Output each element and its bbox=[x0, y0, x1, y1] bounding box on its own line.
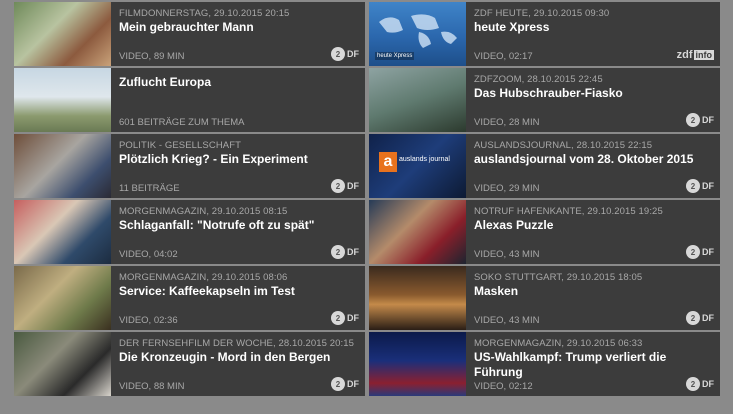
thumbnail-image[interactable] bbox=[14, 332, 111, 396]
card-kicker: NOTRUF HAFENKANTE, 29.10.2015 19:25 bbox=[474, 206, 663, 217]
card-kicker: ZDFZOOM, 28.10.2015 22:45 bbox=[474, 74, 603, 85]
card-meta: VIDEO, 02:12 bbox=[474, 381, 533, 392]
thumbnail-image[interactable] bbox=[369, 332, 466, 396]
video-card-kaffeekapseln[interactable]: MORGENMAGAZIN, 29.10.2015 08:06 Service:… bbox=[14, 266, 365, 330]
video-card-alexas-puzzle[interactable]: NOTRUF HAFENKANTE, 29.10.2015 19:25 Alex… bbox=[369, 200, 720, 264]
card-title[interactable]: heute Xpress bbox=[474, 20, 712, 35]
zdf-logo-icon: 2 DF bbox=[331, 244, 359, 260]
card-title[interactable]: Plötzlich Krieg? - Ein Experiment bbox=[119, 152, 357, 167]
card-title[interactable]: Masken bbox=[474, 284, 712, 299]
card-meta: VIDEO, 89 MIN bbox=[119, 51, 185, 62]
zdfinfo-logo-icon: zdf info bbox=[676, 49, 714, 61]
card-meta: VIDEO, 04:02 bbox=[119, 249, 178, 260]
card-meta: 11 BEITRÄGE bbox=[119, 183, 180, 194]
zdf-logo-icon: 2 DF bbox=[686, 112, 714, 128]
video-card-schlaganfall[interactable]: MORGENMAGAZIN, 29.10.2015 08:15 Schlagan… bbox=[14, 200, 365, 264]
thumbnail-image[interactable] bbox=[14, 68, 111, 132]
video-card-heute-xpress[interactable]: heute Xpress ZDF HEUTE, 29.10.2015 09:30… bbox=[369, 2, 720, 66]
card-title[interactable]: Alexas Puzzle bbox=[474, 218, 712, 233]
card-title[interactable]: Mein gebrauchter Mann bbox=[119, 20, 357, 35]
thumbnail-label: heute Xpress bbox=[375, 52, 415, 60]
card-meta: VIDEO, 43 MIN bbox=[474, 315, 540, 326]
zdf-logo-icon: 2 DF bbox=[686, 244, 714, 260]
card-meta: VIDEO, 88 MIN bbox=[119, 381, 185, 392]
card-kicker: AUSLANDSJOURNAL, 28.10.2015 22:15 bbox=[474, 140, 653, 151]
zdf-logo-icon: 2 DF bbox=[331, 310, 359, 326]
thumbnail-image[interactable] bbox=[14, 266, 111, 330]
card-meta: VIDEO, 28 MIN bbox=[474, 117, 540, 128]
video-grid: FILMDONNERSTAG, 29.10.2015 20:15 Mein ge… bbox=[14, 0, 720, 414]
auslandsjournal-logo-icon: a bbox=[379, 152, 397, 172]
topic-card-ploetzlich-krieg[interactable]: POLITIK - GESELLSCHAFT Plötzlich Krieg? … bbox=[14, 134, 365, 198]
video-card-kronzeugin[interactable]: DER FERNSEHFILM DER WOCHE, 28.10.2015 20… bbox=[14, 332, 365, 396]
topic-card-zuflucht-europa[interactable]: Zuflucht Europa 601 BEITRÄGE ZUM THEMA bbox=[14, 68, 365, 132]
thumbnail-image[interactable] bbox=[14, 2, 111, 66]
video-card-hubschrauber-fiasko[interactable]: ZDFZOOM, 28.10.2015 22:45 Das Hubschraub… bbox=[369, 68, 720, 132]
zdf-logo-icon: 2 DF bbox=[331, 46, 359, 62]
card-title[interactable]: Das Hubschrauber-Fiasko bbox=[474, 86, 712, 101]
thumbnail-image[interactable]: heute Xpress bbox=[369, 2, 466, 66]
video-card-us-wahlkampf[interactable]: MORGENMAGAZIN, 29.10.2015 06:33 US-Wahlk… bbox=[369, 332, 720, 396]
card-kicker: POLITIK - GESELLSCHAFT bbox=[119, 140, 242, 151]
card-kicker: FILMDONNERSTAG, 29.10.2015 20:15 bbox=[119, 8, 290, 19]
card-title[interactable]: Die Kronzeugin - Mord in den Bergen bbox=[119, 350, 357, 365]
card-title[interactable]: US-Wahlkampf: Trump verliert die Führung bbox=[474, 350, 712, 380]
card-kicker: ZDF HEUTE, 29.10.2015 09:30 bbox=[474, 8, 610, 19]
card-meta: 601 BEITRÄGE ZUM THEMA bbox=[119, 117, 245, 128]
card-kicker: SOKO STUTTGART, 29.10.2015 18:05 bbox=[474, 272, 643, 283]
card-meta: VIDEO, 02:36 bbox=[119, 315, 178, 326]
zdf-logo-icon: 2 DF bbox=[686, 376, 714, 392]
thumbnail-label: auslands journal bbox=[399, 156, 450, 163]
thumbnail-image[interactable]: a auslands journal bbox=[369, 134, 466, 198]
thumbnail-image[interactable] bbox=[369, 266, 466, 330]
zdf-logo-icon: 2 DF bbox=[331, 178, 359, 194]
video-card-mein-gebrauchter-mann[interactable]: FILMDONNERSTAG, 29.10.2015 20:15 Mein ge… bbox=[14, 2, 365, 66]
zdf-logo-icon: 2 DF bbox=[331, 376, 359, 392]
zdf-logo-icon: 2 DF bbox=[686, 310, 714, 326]
thumbnail-image[interactable] bbox=[369, 68, 466, 132]
video-card-auslandsjournal[interactable]: a auslands journal AUSLANDSJOURNAL, 28.1… bbox=[369, 134, 720, 198]
card-title[interactable]: Zuflucht Europa bbox=[119, 75, 357, 90]
thumbnail-image[interactable] bbox=[14, 200, 111, 264]
card-meta: VIDEO, 43 MIN bbox=[474, 249, 540, 260]
card-kicker: MORGENMAGAZIN, 29.10.2015 08:15 bbox=[119, 206, 288, 217]
card-title[interactable]: auslandsjournal vom 28. Oktober 2015 bbox=[474, 152, 712, 167]
zdf-logo-icon: 2 DF bbox=[686, 178, 714, 194]
card-kicker: MORGENMAGAZIN, 29.10.2015 06:33 bbox=[474, 338, 643, 349]
card-meta: VIDEO, 29 MIN bbox=[474, 183, 540, 194]
card-title[interactable]: Schlaganfall: "Notrufe oft zu spät" bbox=[119, 218, 357, 233]
card-kicker: DER FERNSEHFILM DER WOCHE, 28.10.2015 20… bbox=[119, 338, 355, 349]
card-kicker: MORGENMAGAZIN, 29.10.2015 08:06 bbox=[119, 272, 288, 283]
thumbnail-image[interactable] bbox=[369, 200, 466, 264]
thumbnail-image[interactable] bbox=[14, 134, 111, 198]
card-title[interactable]: Service: Kaffeekapseln im Test bbox=[119, 284, 357, 299]
video-card-masken[interactable]: SOKO STUTTGART, 29.10.2015 18:05 Masken … bbox=[369, 266, 720, 330]
card-meta: VIDEO, 02:17 bbox=[474, 51, 533, 62]
